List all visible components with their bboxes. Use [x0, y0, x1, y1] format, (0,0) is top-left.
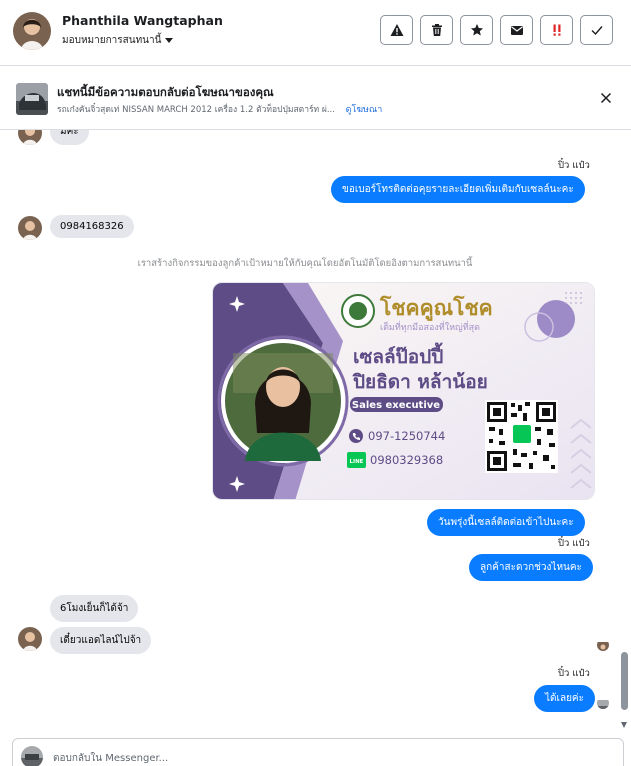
contact-avatar-small — [18, 627, 42, 651]
card-phone: 097-1250744 — [368, 429, 445, 443]
system-notice: เราสร้างกิจกรรมของลูกค้าเป้าหมายให้กับคุ… — [137, 258, 473, 269]
card-nickname: เซลล์ป๊อปปี้ — [353, 342, 444, 368]
card-brand: โชคคูณโชค — [379, 295, 493, 322]
incoming-message: มีค่ะ — [50, 130, 89, 145]
delete-button[interactable] — [420, 15, 453, 45]
incoming-message: 6โมงเย็นก็ได้จ้า — [50, 595, 139, 622]
page-avatar — [21, 746, 43, 766]
seen-by-label: ปิ๋ว แป๋ว — [558, 668, 590, 679]
ad-thumbnail[interactable] — [16, 83, 48, 115]
thread-scrollbar[interactable] — [620, 130, 629, 728]
reply-input[interactable]: ตอบกลับใน Messenger... — [53, 751, 168, 766]
star-icon — [470, 24, 483, 36]
incoming-message: เดี๋ยวแอดไลน์ไปจ้า — [50, 627, 152, 654]
ad-context-banner: แชทนี้มีข้อความตอบกลับต่อโฆษณาของคุณ รถเ… — [0, 66, 631, 130]
card-role: Sales executive — [352, 400, 440, 411]
conversation-header: Phanthila Wangtaphan มอบหมายการสนทนานี้ — [0, 0, 631, 66]
outgoing-message: วันพรุ่งนี้เซลล์ติดต่อเข้าไปนะคะ — [427, 509, 585, 536]
follow-up-button[interactable] — [540, 15, 573, 45]
envelope-icon — [510, 26, 523, 35]
ad-banner-title: แชทนี้มีข้อความตอบกลับต่อโฆษณาของคุณ — [57, 85, 274, 99]
message-thread[interactable]: มีค่ะ ปิ๋ว แป๋ว ขอเบอร์โทรติดต่อคุยรายละ… — [0, 130, 631, 734]
seen-by-label: ปิ๋ว แป๋ว — [558, 538, 590, 549]
outgoing-message: ได้เลยค่ะ — [534, 685, 595, 712]
exclamation-icon — [553, 24, 560, 36]
contact-avatar-small — [18, 130, 42, 145]
report-spam-button[interactable] — [380, 15, 413, 45]
scroll-down-arrow-icon[interactable] — [621, 722, 627, 728]
view-ad-link[interactable]: ดูโฆษณา — [346, 105, 383, 115]
contact-avatar-small — [18, 216, 42, 240]
card-fullname: ปิยธิดา หล้าน้อย — [352, 371, 488, 393]
scrollbar-thumb[interactable] — [621, 652, 628, 710]
warning-icon — [390, 24, 403, 36]
chevron-down-icon — [165, 38, 174, 43]
contact-name[interactable]: Phanthila Wangtaphan — [62, 13, 223, 28]
card-line-id: 0980329368 — [370, 453, 443, 467]
check-icon — [591, 26, 603, 36]
header-actions — [380, 15, 613, 45]
qr-code — [485, 400, 558, 473]
assign-label: มอบหมายการสนทนานี้ — [62, 35, 162, 46]
mark-unread-button[interactable] — [500, 15, 533, 45]
outgoing-message: ขอเบอร์โทรติดต่อคุยรายละเอียดเพิ่มเติมกั… — [331, 176, 585, 203]
incoming-message: 0984168326 — [50, 215, 134, 238]
ad-description: รถเก๋งคันจิ๋วสุดเท่ NISSAN MARCH 2012 เค… — [57, 105, 335, 115]
assign-conversation-dropdown[interactable]: มอบหมายการสนทนานี้ — [62, 33, 174, 48]
close-icon[interactable] — [600, 92, 612, 104]
seen-by-label: ปิ๋ว แป๋ว — [558, 160, 590, 171]
trash-icon — [431, 24, 442, 36]
ad-banner-subtitle: รถเก๋งคันจิ๋วสุดเท่ NISSAN MARCH 2012 เค… — [57, 102, 382, 116]
read-receipt-avatar — [597, 697, 609, 709]
star-button[interactable] — [460, 15, 493, 45]
card-line-label: LINE — [350, 459, 364, 465]
mark-done-button[interactable] — [580, 15, 613, 45]
phone-icon — [349, 429, 363, 443]
business-card-image[interactable]: โชคคูณโชค เต็มที่ทุกมือสองที่ใหญ่ที่สุด … — [212, 282, 595, 500]
reply-box[interactable]: ตอบกลับใน Messenger... — [12, 738, 624, 766]
outgoing-message: ลูกค้าสะดวกช่วงไหนคะ — [469, 554, 593, 581]
read-receipt-avatar — [597, 639, 609, 651]
contact-avatar[interactable] — [13, 12, 51, 50]
